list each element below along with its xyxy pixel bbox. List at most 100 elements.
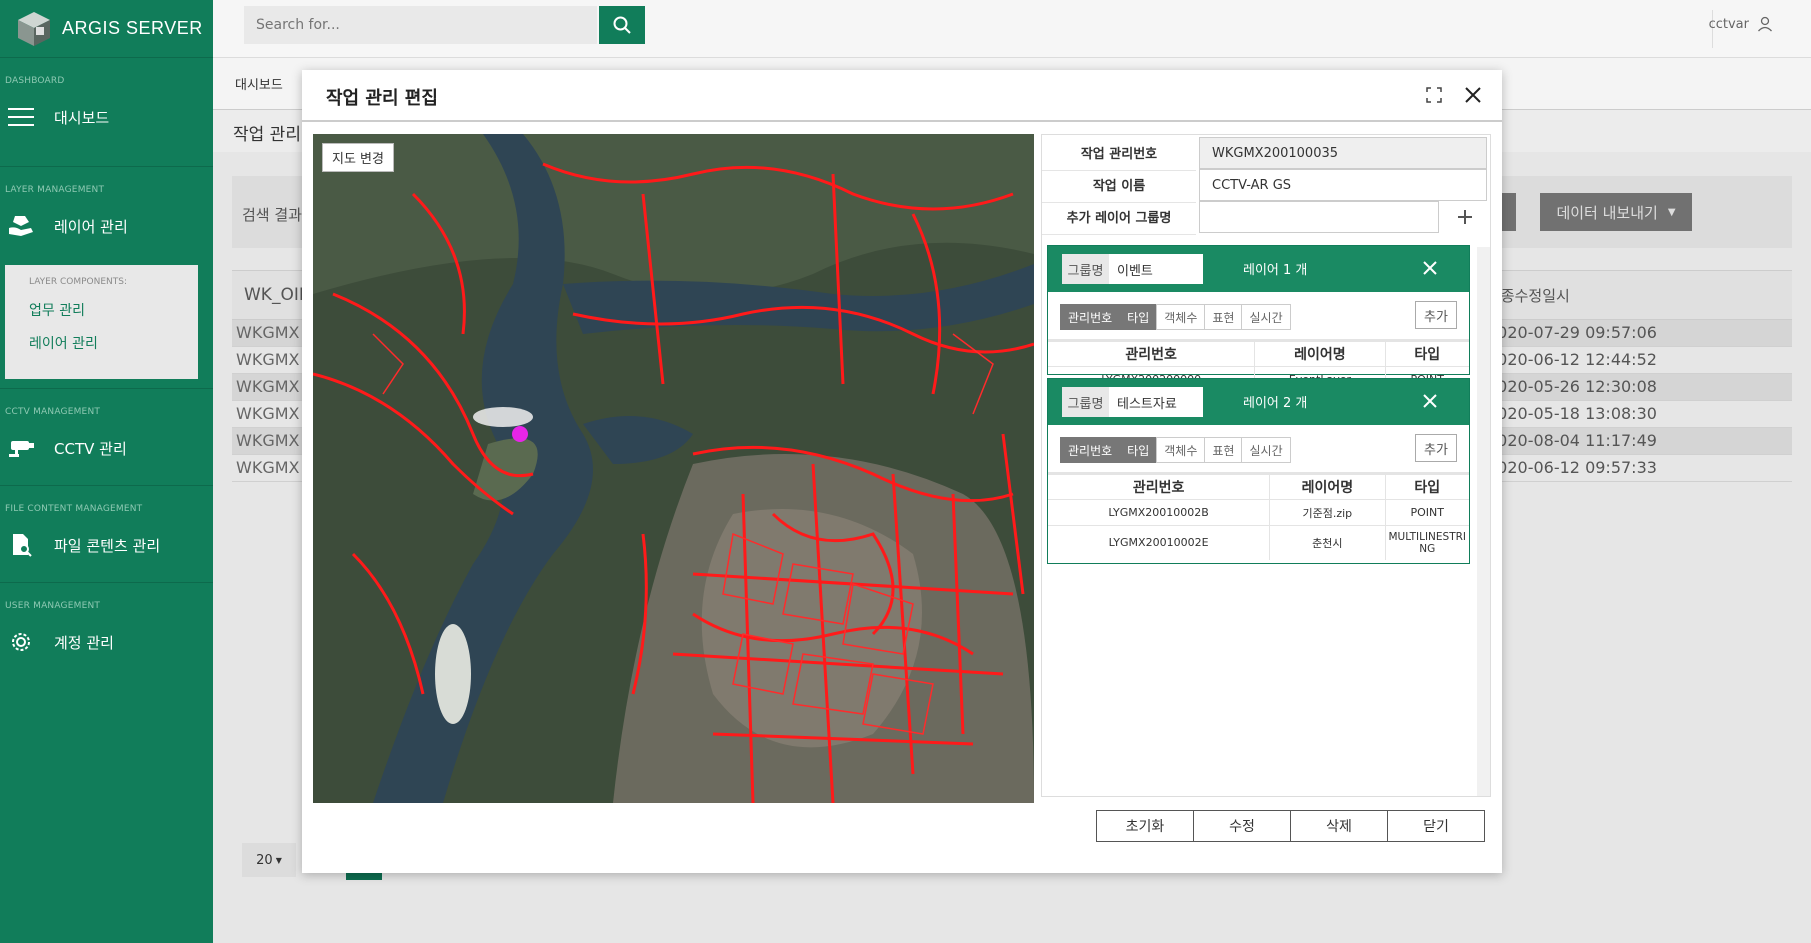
tab-style[interactable]: 표현	[1204, 304, 1243, 330]
sidebar-item-dashboard[interactable]: 대시보드	[0, 86, 213, 148]
cell-id: WKGMX	[236, 431, 300, 450]
tab-count[interactable]: 객체수	[1156, 437, 1206, 463]
edit-modal: 작업 관리 편집 지도 변경 작업 관리번호 WKGMX200100035 작업…	[302, 70, 1502, 873]
section-heading: DASHBOARD	[5, 76, 65, 86]
topbar: cctvar	[213, 0, 1811, 58]
row-job-name: 작업 이름 CCTV-AR GS	[1042, 167, 1490, 203]
close-icon[interactable]	[1423, 261, 1437, 275]
export-label: 데이터 내보내기	[1556, 203, 1658, 222]
col-header-type: 타입	[1385, 472, 1469, 500]
group-name-field[interactable]: 테스트자료	[1109, 387, 1203, 417]
modal-actions: 초기화 수정 삭제 닫기	[1096, 810, 1485, 842]
tab-type[interactable]: 타입	[1119, 304, 1158, 330]
sb-file: FILE CONTENT MANAGEMENT 파일 콘텐츠 관리	[0, 486, 213, 583]
tab-realtime[interactable]: 실시간	[1241, 437, 1291, 463]
cell-name: 기준점.zip	[1269, 499, 1386, 526]
group-header: 그룹명 테스트자료 레이어 2 개	[1048, 379, 1469, 425]
tab-count[interactable]: 객체수	[1156, 304, 1206, 330]
cell-name: 춘천시	[1269, 525, 1386, 560]
page-size-select[interactable]: 20 ▼	[242, 843, 296, 877]
col-header-type: 타입	[1385, 339, 1469, 367]
sidebar-item-label: 레이어 관리	[54, 217, 128, 236]
scrollbar[interactable]	[1477, 247, 1490, 796]
cell-modified: 2020-06-12 12:44:52	[1487, 350, 1657, 369]
map-imagery	[313, 134, 1034, 803]
search-icon	[613, 16, 631, 34]
group-tabs: 관리번호 타입 객체수 표현 실시간	[1060, 437, 1291, 463]
cell-id: WKGMX	[236, 458, 300, 477]
modal-title: 작업 관리 편집	[326, 88, 438, 109]
close-icon[interactable]	[1464, 86, 1482, 104]
map-toggle-button[interactable]: 지도 변경	[322, 143, 394, 172]
close-button[interactable]: 닫기	[1387, 810, 1485, 842]
cell-modified: 2020-07-29 09:57:06	[1487, 323, 1657, 342]
table-row[interactable]: LYGMX20010002E 춘천시 MULTILINESTRING	[1048, 525, 1469, 560]
add-layer-button[interactable]: 추가	[1415, 301, 1457, 329]
col-header-name: 레이어명	[1269, 472, 1386, 500]
add-group-label: 추가 레이어 그룹명	[1042, 199, 1196, 235]
group-header: 그룹명 이벤트 레이어 1 개	[1048, 246, 1469, 292]
col-header-no: 관리번호	[1048, 339, 1256, 367]
layer-count: 레이어 2 개	[1243, 396, 1308, 411]
job-name-label: 작업 이름	[1042, 167, 1196, 203]
group-label: 그룹명	[1062, 254, 1109, 284]
layer-group: 그룹명 이벤트 레이어 1 개 관리번호 타입 객체수 표현 실시간 추가 관리…	[1047, 245, 1470, 393]
cell-type: MULTILINESTRING	[1385, 525, 1469, 560]
submenu-item-layer[interactable]: 레이어 관리	[5, 320, 198, 353]
job-name-field[interactable]: CCTV-AR GS	[1199, 169, 1487, 201]
logo[interactable]: ARGIS SERVER	[0, 0, 213, 58]
page-size-value: 20	[256, 852, 273, 868]
table-row[interactable]: LYGMX20010002B 기준점.zip POINT	[1048, 499, 1469, 526]
sidebar-item-label: 계정 관리	[54, 633, 114, 652]
cell-modified: 2020-08-04 11:17:49	[1487, 431, 1657, 450]
sidebar-item-cctv[interactable]: CCTV 관리	[0, 417, 213, 479]
delete-button[interactable]: 삭제	[1290, 810, 1388, 842]
cell-id: WKGMX	[236, 404, 300, 423]
export-button[interactable]: 데이터 내보내기 ▼	[1540, 193, 1692, 231]
col-header-no: 관리번호	[1048, 472, 1271, 500]
cell-no: LYGMX20010002B	[1048, 499, 1271, 526]
job-id-field: WKGMX200100035	[1199, 137, 1487, 169]
satellite-map[interactable]: 지도 변경	[313, 134, 1034, 803]
tab-style[interactable]: 표현	[1204, 437, 1243, 463]
tab-no[interactable]: 관리번호	[1060, 304, 1121, 330]
search-result-label: 검색 결과	[242, 206, 302, 224]
cell-modified: 2020-05-26 12:30:08	[1487, 377, 1657, 396]
layer-count: 레이어 1 개	[1243, 263, 1308, 278]
tab-type[interactable]: 타입	[1119, 437, 1158, 463]
reset-button[interactable]: 초기화	[1096, 810, 1194, 842]
expand-icon[interactable]	[1426, 87, 1442, 103]
menu-icon	[6, 107, 36, 127]
group-name-field[interactable]: 이벤트	[1109, 254, 1203, 284]
tab-realtime[interactable]: 실시간	[1241, 304, 1291, 330]
modal-header: 작업 관리 편집	[302, 70, 1502, 122]
breadcrumb-item[interactable]: 대시보드	[235, 74, 283, 93]
cell-id: WKGMX	[236, 323, 300, 342]
section-heading: LAYER MANAGEMENT	[5, 185, 105, 195]
sidebar-item-label: CCTV 관리	[54, 439, 127, 458]
sidebar-item-account[interactable]: 계정 관리	[0, 611, 213, 673]
search-input[interactable]	[244, 6, 597, 44]
submenu-item-work[interactable]: 업무 관리	[5, 287, 198, 320]
sidebar-item-layer[interactable]: 레이어 관리	[0, 195, 213, 257]
cell-modified: 2020-05-18 13:08:30	[1487, 404, 1657, 423]
job-form-panel: 작업 관리번호 WKGMX200100035 작업 이름 CCTV-AR GS …	[1041, 134, 1491, 797]
submenu-heading: LAYER COMPONENTS:	[29, 277, 128, 287]
layer-table: 관리번호 레이어명 타입 LYGMX20010002B 기준점.zip POIN…	[1048, 472, 1469, 560]
close-icon[interactable]	[1423, 394, 1437, 408]
layer-group: 그룹명 테스트자료 레이어 2 개 관리번호 타입 객체수 표현 실시간 추가 …	[1047, 378, 1470, 564]
cell-id: WKGMX	[236, 350, 300, 369]
col-header-name: 레이어명	[1254, 339, 1386, 367]
cell-no: LYGMX20010002E	[1048, 525, 1271, 560]
cctv-camera-icon	[6, 438, 36, 458]
update-button[interactable]: 수정	[1193, 810, 1291, 842]
logo-cube-icon	[18, 11, 50, 46]
user-menu[interactable]: cctvar	[1709, 16, 1773, 32]
tab-no[interactable]: 관리번호	[1060, 437, 1121, 463]
add-layer-button[interactable]: 추가	[1415, 434, 1457, 462]
add-group-button[interactable]	[1442, 201, 1487, 233]
sidebar-item-file[interactable]: 파일 콘텐츠 관리	[0, 514, 213, 576]
search-button[interactable]	[599, 6, 645, 44]
add-group-field[interactable]	[1199, 201, 1439, 233]
layer-submenu: LAYER COMPONENTS: 업무 관리 레이어 관리	[5, 265, 198, 379]
